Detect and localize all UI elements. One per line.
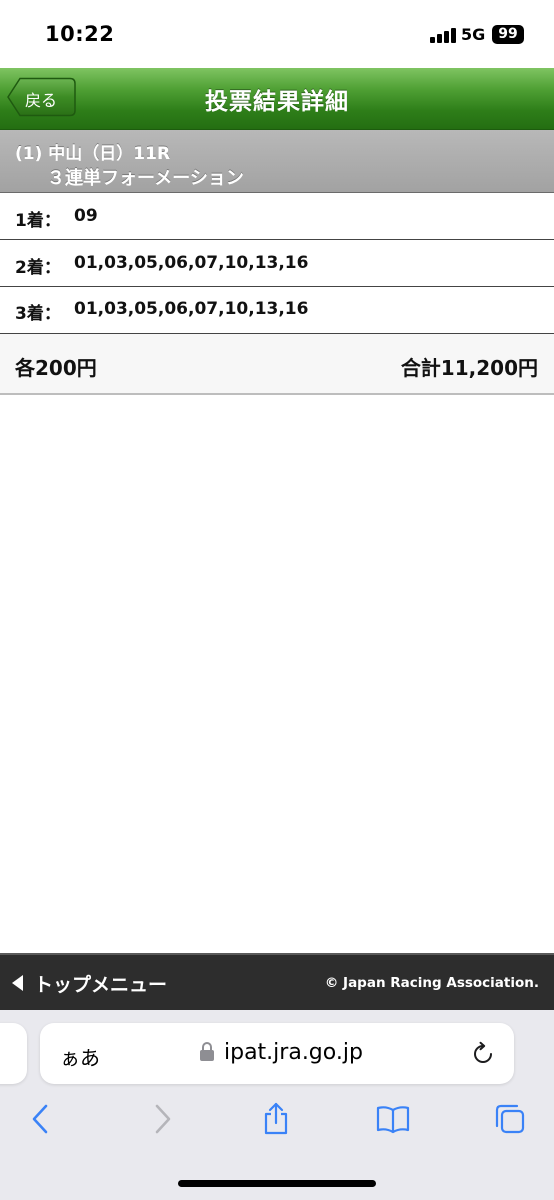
page-header: 戻る 投票結果詳細 [0,68,554,130]
left-triangle-icon [12,975,23,991]
lock-icon [200,1042,214,1061]
row-label: 3着： [15,304,61,324]
share-icon[interactable] [259,1102,293,1136]
browser-toolbar: ぁあ ipat.jra.go.jp [0,1010,554,1200]
forward-chevron-icon[interactable] [144,1102,178,1136]
page-settings-button[interactable]: ぁあ [60,1042,100,1071]
url-text: ipat.jra.go.jp [224,1040,363,1065]
row-value: 09 [74,206,98,226]
footer-bar: トップメニュー © Japan Racing Association. [0,953,554,1010]
copyright: © Japan Racing Association. [324,975,539,991]
race-info: (1) 中山（日）11R ３連単フォーメーション [0,130,554,193]
back-chevron-icon[interactable] [25,1102,59,1136]
row-value: 01,03,05,06,07,10,13,16 [74,253,309,273]
amount-total: 合計11,200円 [400,356,538,380]
reload-icon[interactable] [470,1041,496,1067]
row-value: 01,03,05,06,07,10,13,16 [74,299,309,319]
top-menu-label: トップメニュー [34,974,168,996]
home-indicator [178,1180,376,1187]
summary-row: 各200円 合計11,200円 [0,333,554,395]
bet-type: ３連単フォーメーション [47,168,244,189]
address-bar[interactable]: ぁあ ipat.jra.go.jp [40,1023,514,1084]
status-bar: 10:22 5G 99 [0,0,554,68]
tabs-icon[interactable] [493,1102,527,1136]
status-time: 10:22 [45,22,115,46]
amount-each: 各200円 [15,356,97,380]
row-label: 1着： [15,211,61,231]
cellular-signal-icon [430,27,456,43]
network-type: 5G [461,25,486,44]
row-label: 2着： [15,258,61,278]
bookmarks-icon[interactable] [376,1102,410,1136]
race-name: (1) 中山（日）11R [15,144,171,164]
table-row: 1着： 09 [0,194,554,240]
page-title: 投票結果詳細 [205,89,349,115]
previous-tab-preview[interactable] [0,1023,27,1084]
table-row: 2着： 01,03,05,06,07,10,13,16 [0,241,554,287]
battery-icon: 99 [492,25,524,44]
table-row: 3着： 01,03,05,06,07,10,13,16 [0,287,554,333]
